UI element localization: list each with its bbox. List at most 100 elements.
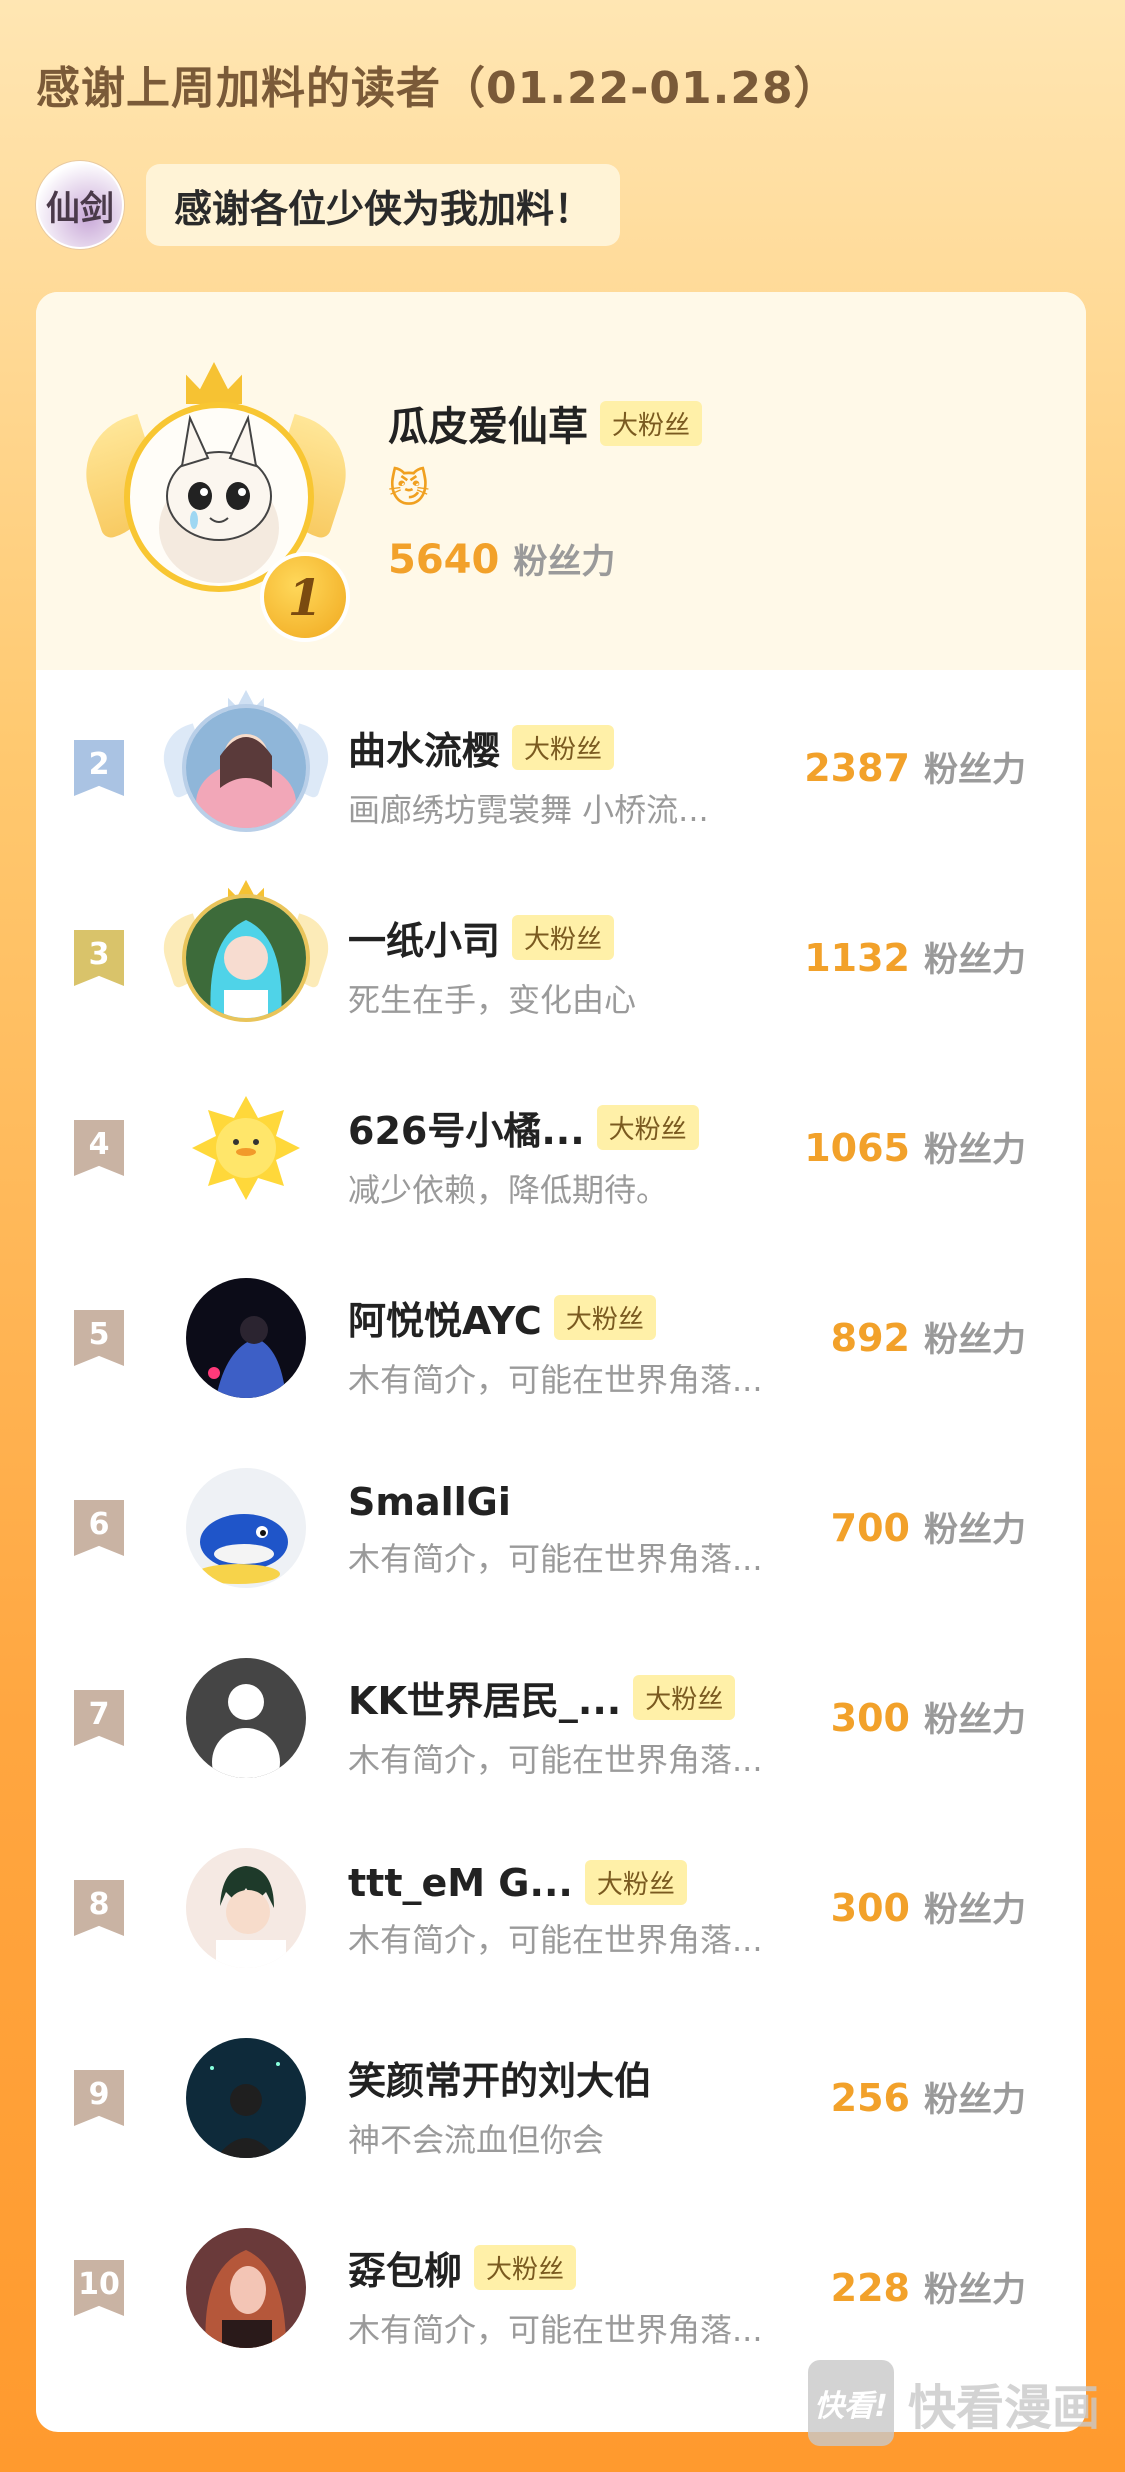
big-fan-tag: 大粉丝 bbox=[584, 1860, 687, 1905]
rank-flag-icon: 10 bbox=[74, 2260, 124, 2316]
list-item[interactable]: 2 曲水流樱 大粉丝 画廊绣坊霓裳舞 小桥流... 2387 粉丝力 bbox=[36, 670, 1086, 860]
cat-emoji-icon: 😼 bbox=[388, 466, 430, 512]
fan-power-unit: 粉丝力 bbox=[924, 1510, 1026, 1550]
top1-section[interactable]: 1 瓜皮爱仙草 大粉丝 😼 5640 粉丝力 bbox=[36, 292, 1086, 670]
avatar-frame[interactable] bbox=[176, 1838, 316, 1978]
rank-number: 5 bbox=[88, 1316, 110, 1352]
fan-power-unit: 粉丝力 bbox=[924, 1320, 1026, 1360]
avatar[interactable] bbox=[182, 704, 310, 832]
fan-power-unit: 粉丝力 bbox=[924, 940, 1026, 980]
fan-power-unit: 粉丝力 bbox=[924, 750, 1026, 790]
ranking-list: 2 曲水流樱 大粉丝 画廊绣坊霓裳舞 小桥流... 2387 粉丝力 3 一纸小… bbox=[36, 670, 1086, 2380]
rank-flag-icon: 2 bbox=[74, 740, 124, 796]
top1-avatar-frame[interactable]: 1 bbox=[70, 362, 362, 642]
fan-power: 300 粉丝力 bbox=[831, 1882, 1026, 1931]
avatar[interactable] bbox=[186, 1848, 306, 1968]
author-message-row: 仙剑 感谢各位少侠为我加料！ bbox=[36, 160, 621, 250]
fan-power-unit: 粉丝力 bbox=[924, 2080, 1026, 2120]
user-name[interactable]: 孬包柳 bbox=[348, 2240, 462, 2295]
fan-power-unit: 粉丝力 bbox=[924, 1890, 1026, 1930]
user-info: SmallGi 木有简介，可能在世界角落... bbox=[348, 1480, 868, 1580]
kuaikan-watermark: 快看! 快看漫画 bbox=[808, 2360, 1100, 2446]
fan-power-value: 256 bbox=[830, 2076, 910, 2120]
user-name[interactable]: ttt_eM G... bbox=[348, 1861, 573, 1905]
big-fan-tag: 大粉丝 bbox=[512, 725, 615, 770]
user-info: ttt_eM G... 大粉丝 木有简介，可能在世界角落... bbox=[348, 1860, 868, 1961]
author-avatar[interactable]: 仙剑 bbox=[36, 161, 124, 249]
avatar[interactable] bbox=[182, 894, 310, 1022]
rank-1-badge: 1 bbox=[260, 552, 350, 642]
user-bio: 画廊绣坊霓裳舞 小桥流... bbox=[348, 791, 709, 829]
avatar-frame[interactable] bbox=[176, 2218, 316, 2358]
fan-power: 1065 粉丝力 bbox=[804, 1122, 1026, 1171]
rank-number: 7 bbox=[88, 1696, 110, 1732]
fan-power: 892 粉丝力 bbox=[831, 1312, 1026, 1361]
list-item[interactable]: 8 ttt_eM G... 大粉丝 木有简介，可能在世界角落... 300 粉丝… bbox=[36, 1810, 1086, 2000]
big-fan-tag: 大粉丝 bbox=[633, 1675, 736, 1720]
fan-power: 1132 粉丝力 bbox=[804, 932, 1026, 981]
avatar[interactable] bbox=[186, 1658, 306, 1778]
avatar[interactable] bbox=[186, 1468, 306, 1588]
avatar[interactable] bbox=[186, 2038, 306, 2158]
fan-power: 300 粉丝力 bbox=[831, 1692, 1026, 1741]
avatar-frame[interactable] bbox=[176, 1268, 316, 1408]
fan-power-value: 892 bbox=[830, 1316, 910, 1360]
avatar[interactable] bbox=[186, 1278, 306, 1398]
user-info: 626号小橘... 大粉丝 减少依赖，降低期待。 bbox=[348, 1100, 868, 1211]
user-name[interactable]: 瓜皮爱仙草 bbox=[388, 394, 588, 452]
big-fan-tag: 大粉丝 bbox=[600, 400, 703, 446]
user-info: 曲水流樱 大粉丝 画廊绣坊霓裳舞 小桥流... bbox=[348, 720, 868, 831]
avatar-frame[interactable] bbox=[176, 1078, 316, 1218]
list-item[interactable]: 3 一纸小司 大粉丝 死生在手，变化由心 1132 粉丝力 bbox=[36, 860, 1086, 1050]
user-name[interactable]: 笑颜常开的刘大伯 bbox=[348, 2050, 652, 2105]
author-message-bubble: 感谢各位少侠为我加料！ bbox=[146, 164, 621, 246]
fan-power-unit: 粉丝力 bbox=[924, 2270, 1026, 2310]
fan-power-unit: 粉丝力 bbox=[513, 542, 616, 582]
fan-power-value: 228 bbox=[830, 2266, 910, 2310]
rank-flag-icon: 9 bbox=[74, 2070, 124, 2126]
user-info: KK世界居民_... 大粉丝 木有简介，可能在世界角落... bbox=[348, 1670, 868, 1781]
user-bio: 木有简介，可能在世界角落... bbox=[348, 2311, 763, 2349]
list-item[interactable]: 5 阿悦悦AYC 大粉丝 木有简介，可能在世界角落... 892 粉丝力 bbox=[36, 1240, 1086, 1430]
fan-ranking-card: 1 瓜皮爱仙草 大粉丝 😼 5640 粉丝力 2 曲水流樱 大粉丝 画廊绣坊霓裳… bbox=[36, 292, 1086, 2432]
user-bio: 死生在手，变化由心 bbox=[348, 981, 637, 1019]
list-item[interactable]: 4 626号小橘... 大粉丝 减少依赖，降低期待。 1065 粉丝力 bbox=[36, 1050, 1086, 1240]
kuaikan-logo-icon: 快看! bbox=[808, 2360, 894, 2446]
user-info: 阿悦悦AYC 大粉丝 木有简介，可能在世界角落... bbox=[348, 1290, 868, 1401]
top1-info: 瓜皮爱仙草 大粉丝 😼 5640 粉丝力 bbox=[388, 394, 703, 583]
fan-power-value: 1132 bbox=[804, 936, 910, 980]
rank-number: 4 bbox=[88, 1126, 110, 1162]
big-fan-tag: 大粉丝 bbox=[474, 2245, 577, 2290]
user-name[interactable]: SmallGi bbox=[348, 1480, 511, 1524]
list-item[interactable]: 6 SmallGi 木有简介，可能在世界角落... 700 粉丝力 bbox=[36, 1430, 1086, 1620]
fan-power: 700 粉丝力 bbox=[831, 1502, 1026, 1551]
fan-power-value: 300 bbox=[830, 1696, 910, 1740]
avatar[interactable] bbox=[186, 1088, 306, 1208]
rank-flag-icon: 4 bbox=[74, 1120, 124, 1176]
avatar-frame[interactable] bbox=[176, 1648, 316, 1788]
big-fan-tag: 大粉丝 bbox=[512, 915, 615, 960]
user-bio: 木有简介，可能在世界角落... bbox=[348, 1921, 763, 1959]
avatar-frame[interactable] bbox=[176, 2028, 316, 2168]
user-bio: 减少依赖，降低期待。 bbox=[348, 1171, 669, 1209]
fan-power-value: 5640 bbox=[388, 537, 500, 583]
rank-number: 2 bbox=[88, 746, 110, 782]
rank-flag-icon: 7 bbox=[74, 1690, 124, 1746]
big-fan-tag: 大粉丝 bbox=[596, 1105, 699, 1150]
user-info: 笑颜常开的刘大伯 神不会流血但你会 bbox=[348, 2050, 868, 2161]
avatar-frame[interactable] bbox=[176, 1458, 316, 1598]
fan-power-value: 300 bbox=[830, 1886, 910, 1930]
avatar-frame[interactable] bbox=[154, 880, 338, 1028]
user-name[interactable]: 一纸小司 bbox=[348, 910, 500, 965]
user-name[interactable]: 626号小橘... bbox=[348, 1100, 585, 1155]
list-item[interactable]: 10 孬包柳 大粉丝 木有简介，可能在世界角落... 228 粉丝力 bbox=[36, 2190, 1086, 2380]
list-item[interactable]: 9 笑颜常开的刘大伯 神不会流血但你会 256 粉丝力 bbox=[36, 2000, 1086, 2190]
avatar-frame[interactable] bbox=[154, 690, 338, 838]
user-bio: 木有简介，可能在世界角落... bbox=[348, 1741, 763, 1779]
list-item[interactable]: 7 KK世界居民_... 大粉丝 木有简介，可能在世界角落... 300 粉丝力 bbox=[36, 1620, 1086, 1810]
user-name[interactable]: 曲水流樱 bbox=[348, 720, 500, 775]
user-name[interactable]: KK世界居民_... bbox=[348, 1670, 621, 1725]
avatar[interactable] bbox=[186, 2228, 306, 2348]
user-info: 孬包柳 大粉丝 木有简介，可能在世界角落... bbox=[348, 2240, 868, 2351]
user-name[interactable]: 阿悦悦AYC bbox=[348, 1290, 542, 1345]
